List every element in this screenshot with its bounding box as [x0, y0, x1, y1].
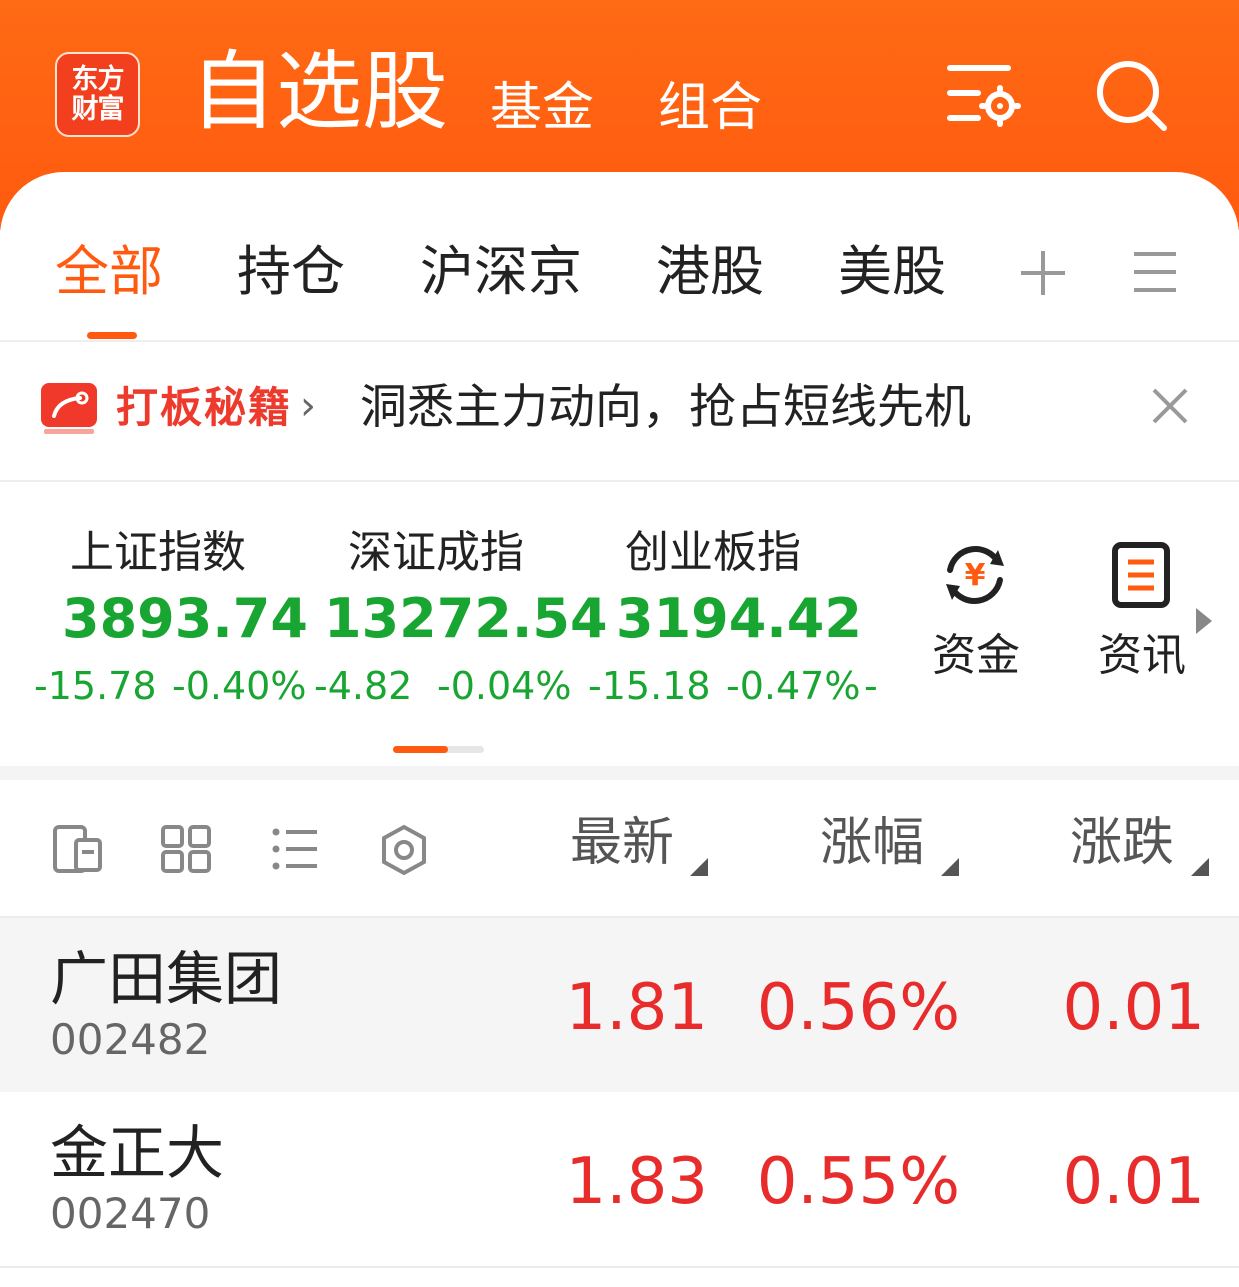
list-view-icon[interactable]: [270, 824, 320, 874]
index-overflow-dash: -: [864, 664, 878, 708]
close-icon[interactable]: [1150, 386, 1190, 426]
price-change: 0.01: [1062, 971, 1206, 1045]
latest-price: 1.81: [565, 971, 709, 1045]
funds-flow-icon[interactable]: ¥: [940, 540, 1010, 610]
tab-shanghai-shenzhen-beijing[interactable]: 沪深京: [420, 240, 582, 304]
index-value[interactable]: 3194.42: [616, 588, 862, 650]
stock-name: 金正大: [50, 1119, 225, 1187]
banner-title: 打板秘籍: [116, 383, 293, 432]
table-row[interactable]: 广田集团 002482 1.81 0.56% 0.01: [0, 916, 1239, 1094]
chevron-right-icon: ›: [300, 383, 316, 429]
header-tab-funds[interactable]: 基金: [490, 78, 594, 138]
sort-icon[interactable]: [690, 858, 708, 876]
sort-icon[interactable]: [941, 858, 959, 876]
tab-us[interactable]: 美股: [838, 240, 946, 304]
stock-code: 002470: [50, 1189, 211, 1238]
grid-view-icon[interactable]: [160, 824, 212, 874]
price-change: 0.01: [1062, 1145, 1206, 1219]
layout-switch-icon[interactable]: [52, 824, 104, 874]
index-pct: -0.04%: [437, 664, 572, 708]
news-document-icon[interactable]: [1112, 542, 1170, 608]
app-logo: 东方 财富: [55, 52, 140, 137]
index-change: -15.78: [34, 664, 157, 708]
index-change: -15.18: [588, 664, 711, 708]
index-name[interactable]: 深证成指: [348, 527, 524, 579]
index-value[interactable]: 13272.54: [324, 588, 608, 650]
pct-change: 0.55%: [756, 1145, 960, 1219]
category-tabs: 全部 持仓 沪深京 港股 美股: [0, 172, 1239, 342]
logo-text-bottom: 财富: [71, 94, 125, 125]
tab-all[interactable]: 全部: [55, 240, 163, 304]
stock-name: 广田集团: [50, 945, 283, 1013]
index-name[interactable]: 上证指数: [70, 527, 246, 579]
page-title-watchlist[interactable]: 自选股: [190, 42, 448, 142]
pct-change: 0.56%: [756, 971, 960, 1045]
main-panel: 全部 持仓 沪深京 港股 美股 打板秘籍 › 洞悉主力动向，抢占短线先机 上证指…: [0, 172, 1239, 1287]
index-change: -4.82: [314, 664, 413, 708]
logo-text-top: 东方: [71, 64, 125, 95]
index-pct: -0.47%: [726, 664, 861, 708]
settings-hex-icon[interactable]: [378, 824, 430, 876]
svg-text:¥: ¥: [965, 558, 986, 593]
table-row[interactable]: 金正大 002470 1.83 0.55% 0.01: [0, 1092, 1239, 1268]
list-settings-icon[interactable]: [944, 60, 1024, 130]
promo-banner[interactable]: 打板秘籍 › 洞悉主力动向，抢占短线先机: [0, 342, 1239, 482]
news-label[interactable]: 资讯: [1098, 630, 1186, 682]
stock-code: 002482: [50, 1015, 211, 1064]
menu-icon[interactable]: [1132, 250, 1178, 294]
column-header-change[interactable]: 涨跌: [1070, 812, 1174, 874]
latest-price: 1.83: [565, 1145, 709, 1219]
tab-holdings[interactable]: 持仓: [237, 240, 345, 304]
index-pct: -0.40%: [172, 664, 307, 708]
add-group-icon[interactable]: [1018, 248, 1068, 298]
sort-icon[interactable]: [1191, 858, 1209, 876]
search-icon[interactable]: [1094, 58, 1170, 134]
index-value[interactable]: 3893.74: [62, 588, 308, 650]
chart-board-icon: [41, 383, 97, 434]
column-header-pct-change[interactable]: 涨幅: [820, 812, 924, 874]
column-header-latest[interactable]: 最新: [570, 812, 674, 874]
funds-label[interactable]: 资金: [932, 630, 1020, 682]
index-name[interactable]: 创业板指: [625, 527, 801, 579]
pager-indicator: [393, 746, 448, 753]
banner-text: 洞悉主力动向，抢占短线先机: [360, 380, 971, 435]
header-tab-portfolio[interactable]: 组合: [658, 78, 762, 138]
caret-right-icon[interactable]: [1194, 606, 1214, 636]
active-tab-indicator: [87, 332, 137, 339]
tab-hongkong[interactable]: 港股: [656, 240, 764, 304]
section-divider: [0, 766, 1239, 780]
